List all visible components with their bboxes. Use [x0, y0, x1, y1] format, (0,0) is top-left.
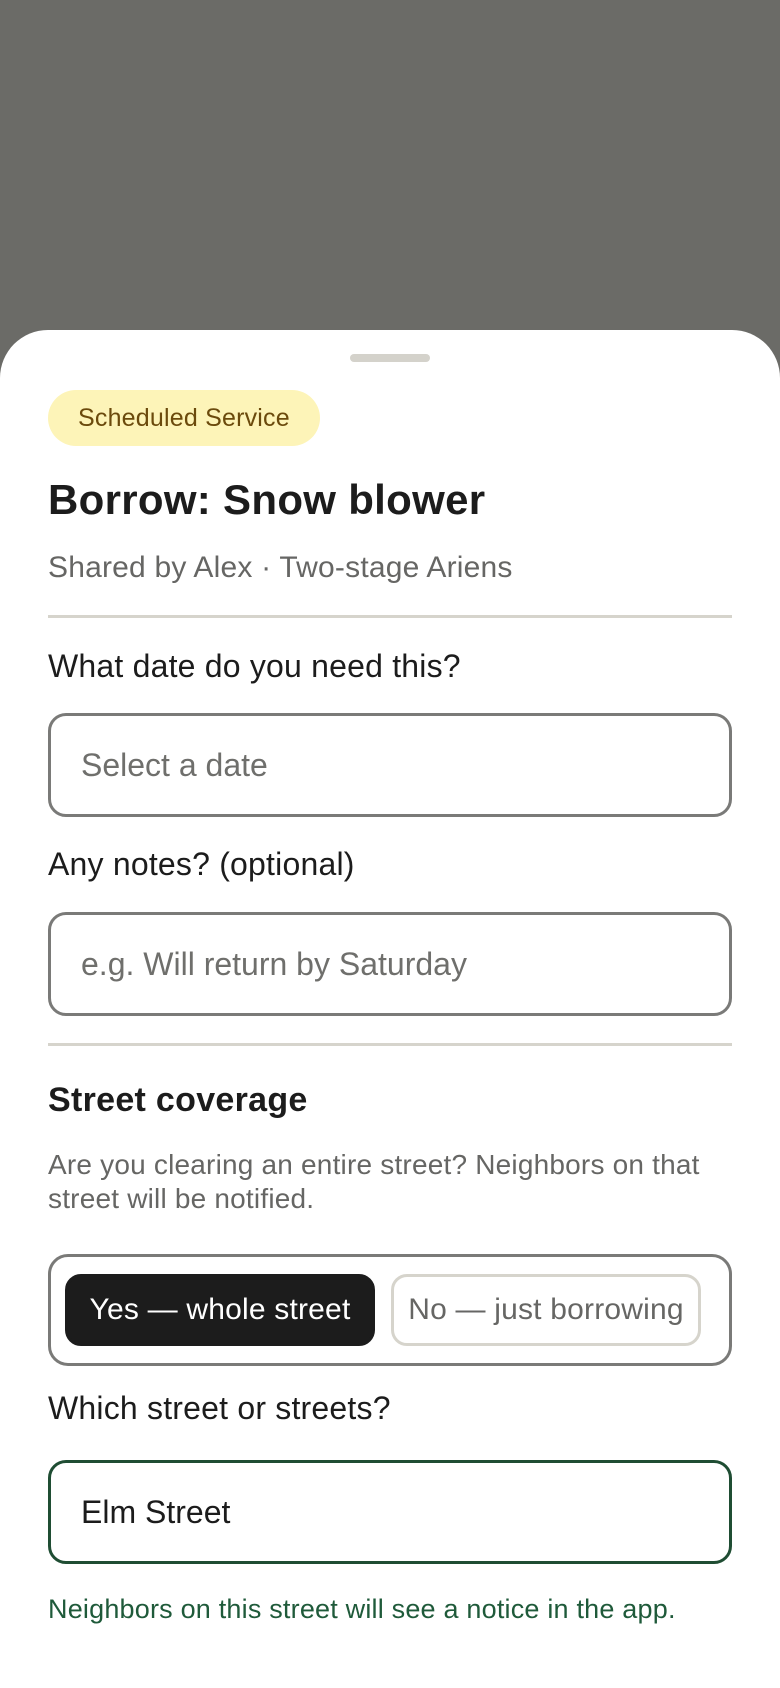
toggle-no-just-borrowing[interactable]: No — just borrowing	[391, 1274, 701, 1346]
divider	[48, 615, 732, 618]
notes-field-label: Any notes? (optional)	[48, 846, 355, 882]
status-badge: Scheduled Service	[48, 390, 320, 446]
divider	[48, 1043, 732, 1046]
page-subtitle: Shared by Alex · Two-stage Ariens	[48, 551, 513, 584]
street-help-text: Neighbors on this street will see a noti…	[48, 1594, 676, 1624]
date-input[interactable]	[48, 713, 732, 817]
toggle-yes-whole-street[interactable]: Yes — whole street	[65, 1274, 375, 1346]
street-coverage-heading: Street coverage	[48, 1081, 308, 1119]
page-title: Borrow: Snow blower	[48, 476, 486, 523]
street-coverage-description: Are you clearing an entire street? Neigh…	[48, 1149, 700, 1214]
street-coverage-toggle: Yes — whole street No — just borrowing	[48, 1254, 732, 1366]
bottom-sheet: Scheduled Service Borrow: Snow blower Sh…	[0, 330, 780, 1688]
notes-input[interactable]	[48, 912, 732, 1016]
street-field-label: Which street or streets?	[48, 1390, 391, 1426]
street-input[interactable]	[48, 1460, 732, 1564]
drag-handle[interactable]	[350, 354, 430, 362]
date-field-label: What date do you need this?	[48, 648, 461, 684]
